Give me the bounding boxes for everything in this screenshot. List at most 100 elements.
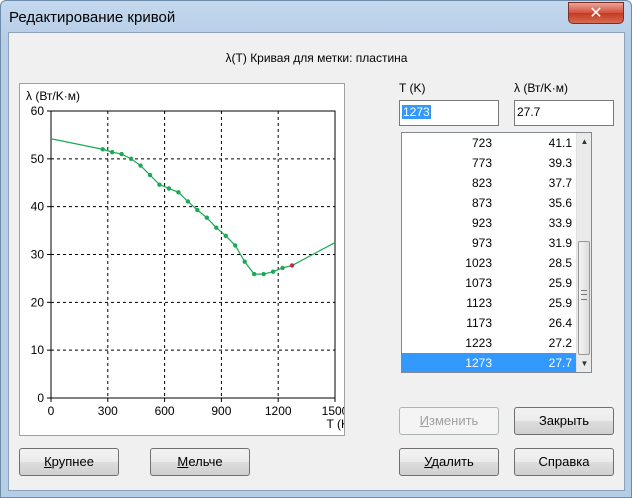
row-temperature: 923	[471, 216, 492, 230]
y-tick-label: 0	[37, 391, 44, 405]
window-title: Редактирование кривой	[9, 9, 176, 26]
data-point	[261, 271, 266, 277]
row-temperature: 1273	[465, 356, 492, 370]
x-tick-label: 1500	[322, 404, 344, 418]
dialog-window: Редактирование кривой ✕ λ(T) Кривая для …	[0, 0, 632, 498]
row-temperature: 723	[471, 136, 492, 150]
table-row[interactable]: 1023 28.5	[402, 253, 576, 273]
y-tick-label: 40	[31, 200, 45, 214]
row-temperature: 1123	[466, 296, 492, 310]
data-point	[280, 265, 285, 271]
scroll-up-icon[interactable]: ▲	[577, 133, 591, 150]
data-point	[233, 243, 238, 248]
close-icon: ✕	[589, 3, 603, 22]
table-row[interactable]: 1173 26.4	[402, 313, 576, 333]
data-point	[176, 190, 181, 195]
zoom-in-button[interactable]: Крупнее	[19, 448, 119, 476]
x-tick-label: 0	[48, 404, 55, 418]
lambda-input[interactable]: 27.7	[514, 100, 614, 126]
t-input[interactable]: 1273	[399, 100, 499, 126]
data-point	[157, 182, 162, 187]
data-point	[251, 271, 257, 277]
list-scrollbar[interactable]: ▲ ▼	[576, 133, 591, 372]
table-row[interactable]: 823 37.7	[402, 173, 576, 193]
data-point	[185, 199, 191, 204]
row-conductivity: 35.6	[548, 196, 572, 210]
delete-button[interactable]: Удалить	[399, 448, 499, 476]
row-conductivity: 27.7	[548, 356, 572, 370]
curve-plot[interactable]: 0 300 600 900 1200 1500 0 10 20 30 40 50 60λ (Вт/K·м…	[19, 83, 345, 436]
t-input-value: 1273	[402, 105, 431, 119]
grip-icon	[581, 290, 587, 300]
row-conductivity: 25.9	[548, 276, 572, 290]
data-point	[270, 269, 276, 274]
table-row[interactable]: 723 41.1	[402, 133, 576, 153]
data-point	[109, 149, 115, 155]
lambda-label: λ (Вт/K·м)	[514, 81, 569, 95]
zoom-in-label: рупнее	[51, 454, 94, 469]
delete-label: далить	[431, 454, 474, 469]
zoom-out-button[interactable]: Мельче	[150, 448, 250, 476]
y-tick-label: 60	[31, 104, 45, 118]
row-conductivity: 41.1	[548, 136, 572, 150]
row-temperature: 1023	[465, 256, 492, 270]
points-list[interactable]: 723 41.1 773 39.3 823 37.7 873 35.6 923 33.9 973 31…	[401, 132, 592, 373]
zoom-out-mnemonic: М	[177, 454, 189, 469]
data-point	[289, 263, 295, 268]
table-row[interactable]: 973 31.9	[402, 233, 576, 253]
data-point	[166, 186, 172, 191]
row-temperature: 873	[471, 196, 492, 210]
y-tick-label: 30	[31, 248, 45, 262]
table-row[interactable]: 1073 25.9	[402, 273, 576, 293]
chart-svg: 0 300 600 900 1200 1500 0 10 20 30 40 50 60λ (Вт/K·м…	[26, 89, 344, 431]
table-row[interactable]: 1223 27.2	[402, 333, 576, 353]
table-row[interactable]: 923 33.9	[402, 213, 576, 233]
row-temperature: 973	[471, 236, 492, 250]
dialog-client-area: λ(T) Кривая для метки: пластина 0 300 600 9…	[8, 32, 625, 491]
table-row[interactable]: 773 39.3	[402, 153, 576, 173]
y-tick-label: 50	[31, 152, 45, 166]
row-temperature: 773	[471, 156, 492, 170]
title-bar[interactable]: Редактирование кривой ✕	[1, 1, 631, 33]
zoom-out-label: ельче	[188, 454, 223, 469]
row-conductivity: 37.7	[548, 176, 572, 190]
scroll-down-icon[interactable]: ▼	[577, 355, 591, 372]
table-row[interactable]: 1273 27.7	[402, 353, 576, 372]
data-point	[138, 163, 143, 168]
row-conductivity: 28.5	[548, 256, 572, 270]
change-mnemonic: И	[419, 413, 430, 428]
row-conductivity: 31.9	[548, 236, 572, 250]
change-button[interactable]: Изменить	[399, 407, 499, 435]
curve-heading: λ(T) Кривая для метки: пластина	[225, 51, 408, 65]
data-point	[242, 259, 247, 264]
close-window-button[interactable]: ✕	[568, 2, 624, 24]
data-point	[223, 233, 228, 239]
data-point	[204, 215, 210, 220]
data-point	[214, 225, 219, 230]
x-axis-label: T (K)	[327, 417, 344, 431]
scroll-thumb[interactable]	[578, 241, 590, 355]
row-conductivity: 33.9	[548, 216, 572, 230]
row-conductivity: 25.9	[548, 296, 572, 310]
data-point	[128, 156, 134, 162]
x-tick-label: 1200	[265, 404, 292, 418]
row-conductivity: 39.3	[548, 156, 572, 170]
data-point	[119, 151, 124, 157]
x-tick-label: 900	[211, 404, 231, 418]
table-row[interactable]: 873 35.6	[402, 193, 576, 213]
zoom-in-mnemonic: К	[44, 454, 52, 469]
x-tick-label: 600	[155, 404, 175, 418]
y-tick-label: 10	[31, 343, 45, 357]
table-row[interactable]: 1123 25.9	[402, 293, 576, 313]
change-label: зменить	[429, 413, 479, 428]
row-temperature: 1173	[466, 316, 492, 330]
row-temperature: 1223	[465, 336, 492, 350]
close-button[interactable]: Закрыть	[514, 407, 614, 435]
lambda-input-value: 27.7	[517, 105, 541, 119]
row-temperature: 823	[471, 176, 492, 190]
help-button[interactable]: Справка	[514, 448, 614, 476]
row-conductivity: 26.4	[548, 316, 572, 330]
data-point	[147, 172, 153, 178]
x-tick-label: 300	[98, 404, 118, 418]
data-point	[100, 147, 105, 152]
